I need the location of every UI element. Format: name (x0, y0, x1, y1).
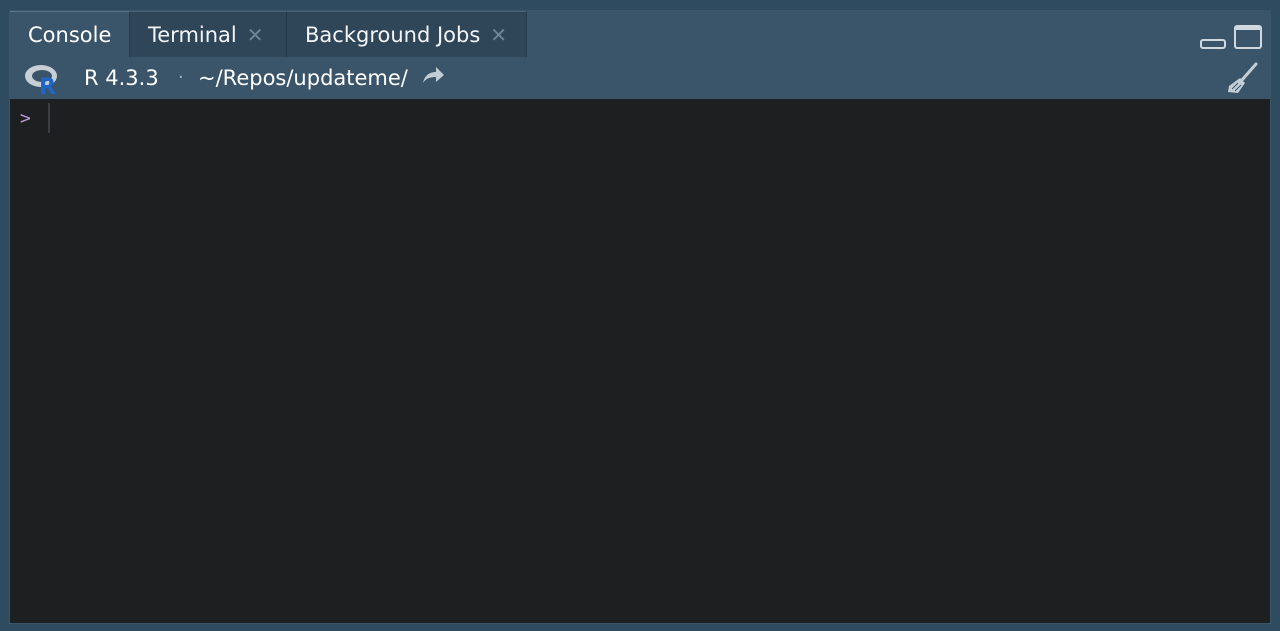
minimize-icon[interactable] (1200, 39, 1226, 49)
tab-bar: Console Terminal ✕ Background Jobs ✕ (10, 11, 1270, 57)
goto-directory-icon[interactable] (421, 65, 445, 87)
tab-terminal[interactable]: Terminal ✕ (130, 11, 287, 57)
svg-text:R: R (39, 75, 56, 95)
tab-console-label: Console (28, 22, 112, 47)
r-version-label: R 4.3.3 (84, 66, 159, 90)
console-cursor (48, 103, 50, 133)
tab-background-jobs-label: Background Jobs (305, 22, 481, 47)
maximize-icon[interactable] (1234, 25, 1262, 49)
close-icon[interactable]: ✕ (247, 23, 264, 47)
console-pane: Console Terminal ✕ Background Jobs ✕ R R… (9, 10, 1271, 624)
close-icon[interactable]: ✕ (490, 23, 507, 47)
working-directory: ~/Repos/updateme/ (198, 66, 408, 90)
r-logo-icon: R (25, 65, 57, 95)
broom-icon[interactable] (1226, 61, 1260, 95)
console-prompt: > (20, 108, 31, 129)
tab-terminal-label: Terminal (148, 22, 237, 47)
app-frame: Console Terminal ✕ Background Jobs ✕ R R… (0, 0, 1280, 631)
separator-dot: · (178, 67, 184, 88)
window-controls (1200, 25, 1262, 49)
tab-background-jobs[interactable]: Background Jobs ✕ (287, 11, 527, 57)
console-toolbar: R R 4.3.3 · ~/Repos/updateme/ (10, 57, 1270, 100)
tab-console[interactable]: Console (10, 11, 130, 57)
console-output[interactable]: > (10, 99, 1270, 623)
